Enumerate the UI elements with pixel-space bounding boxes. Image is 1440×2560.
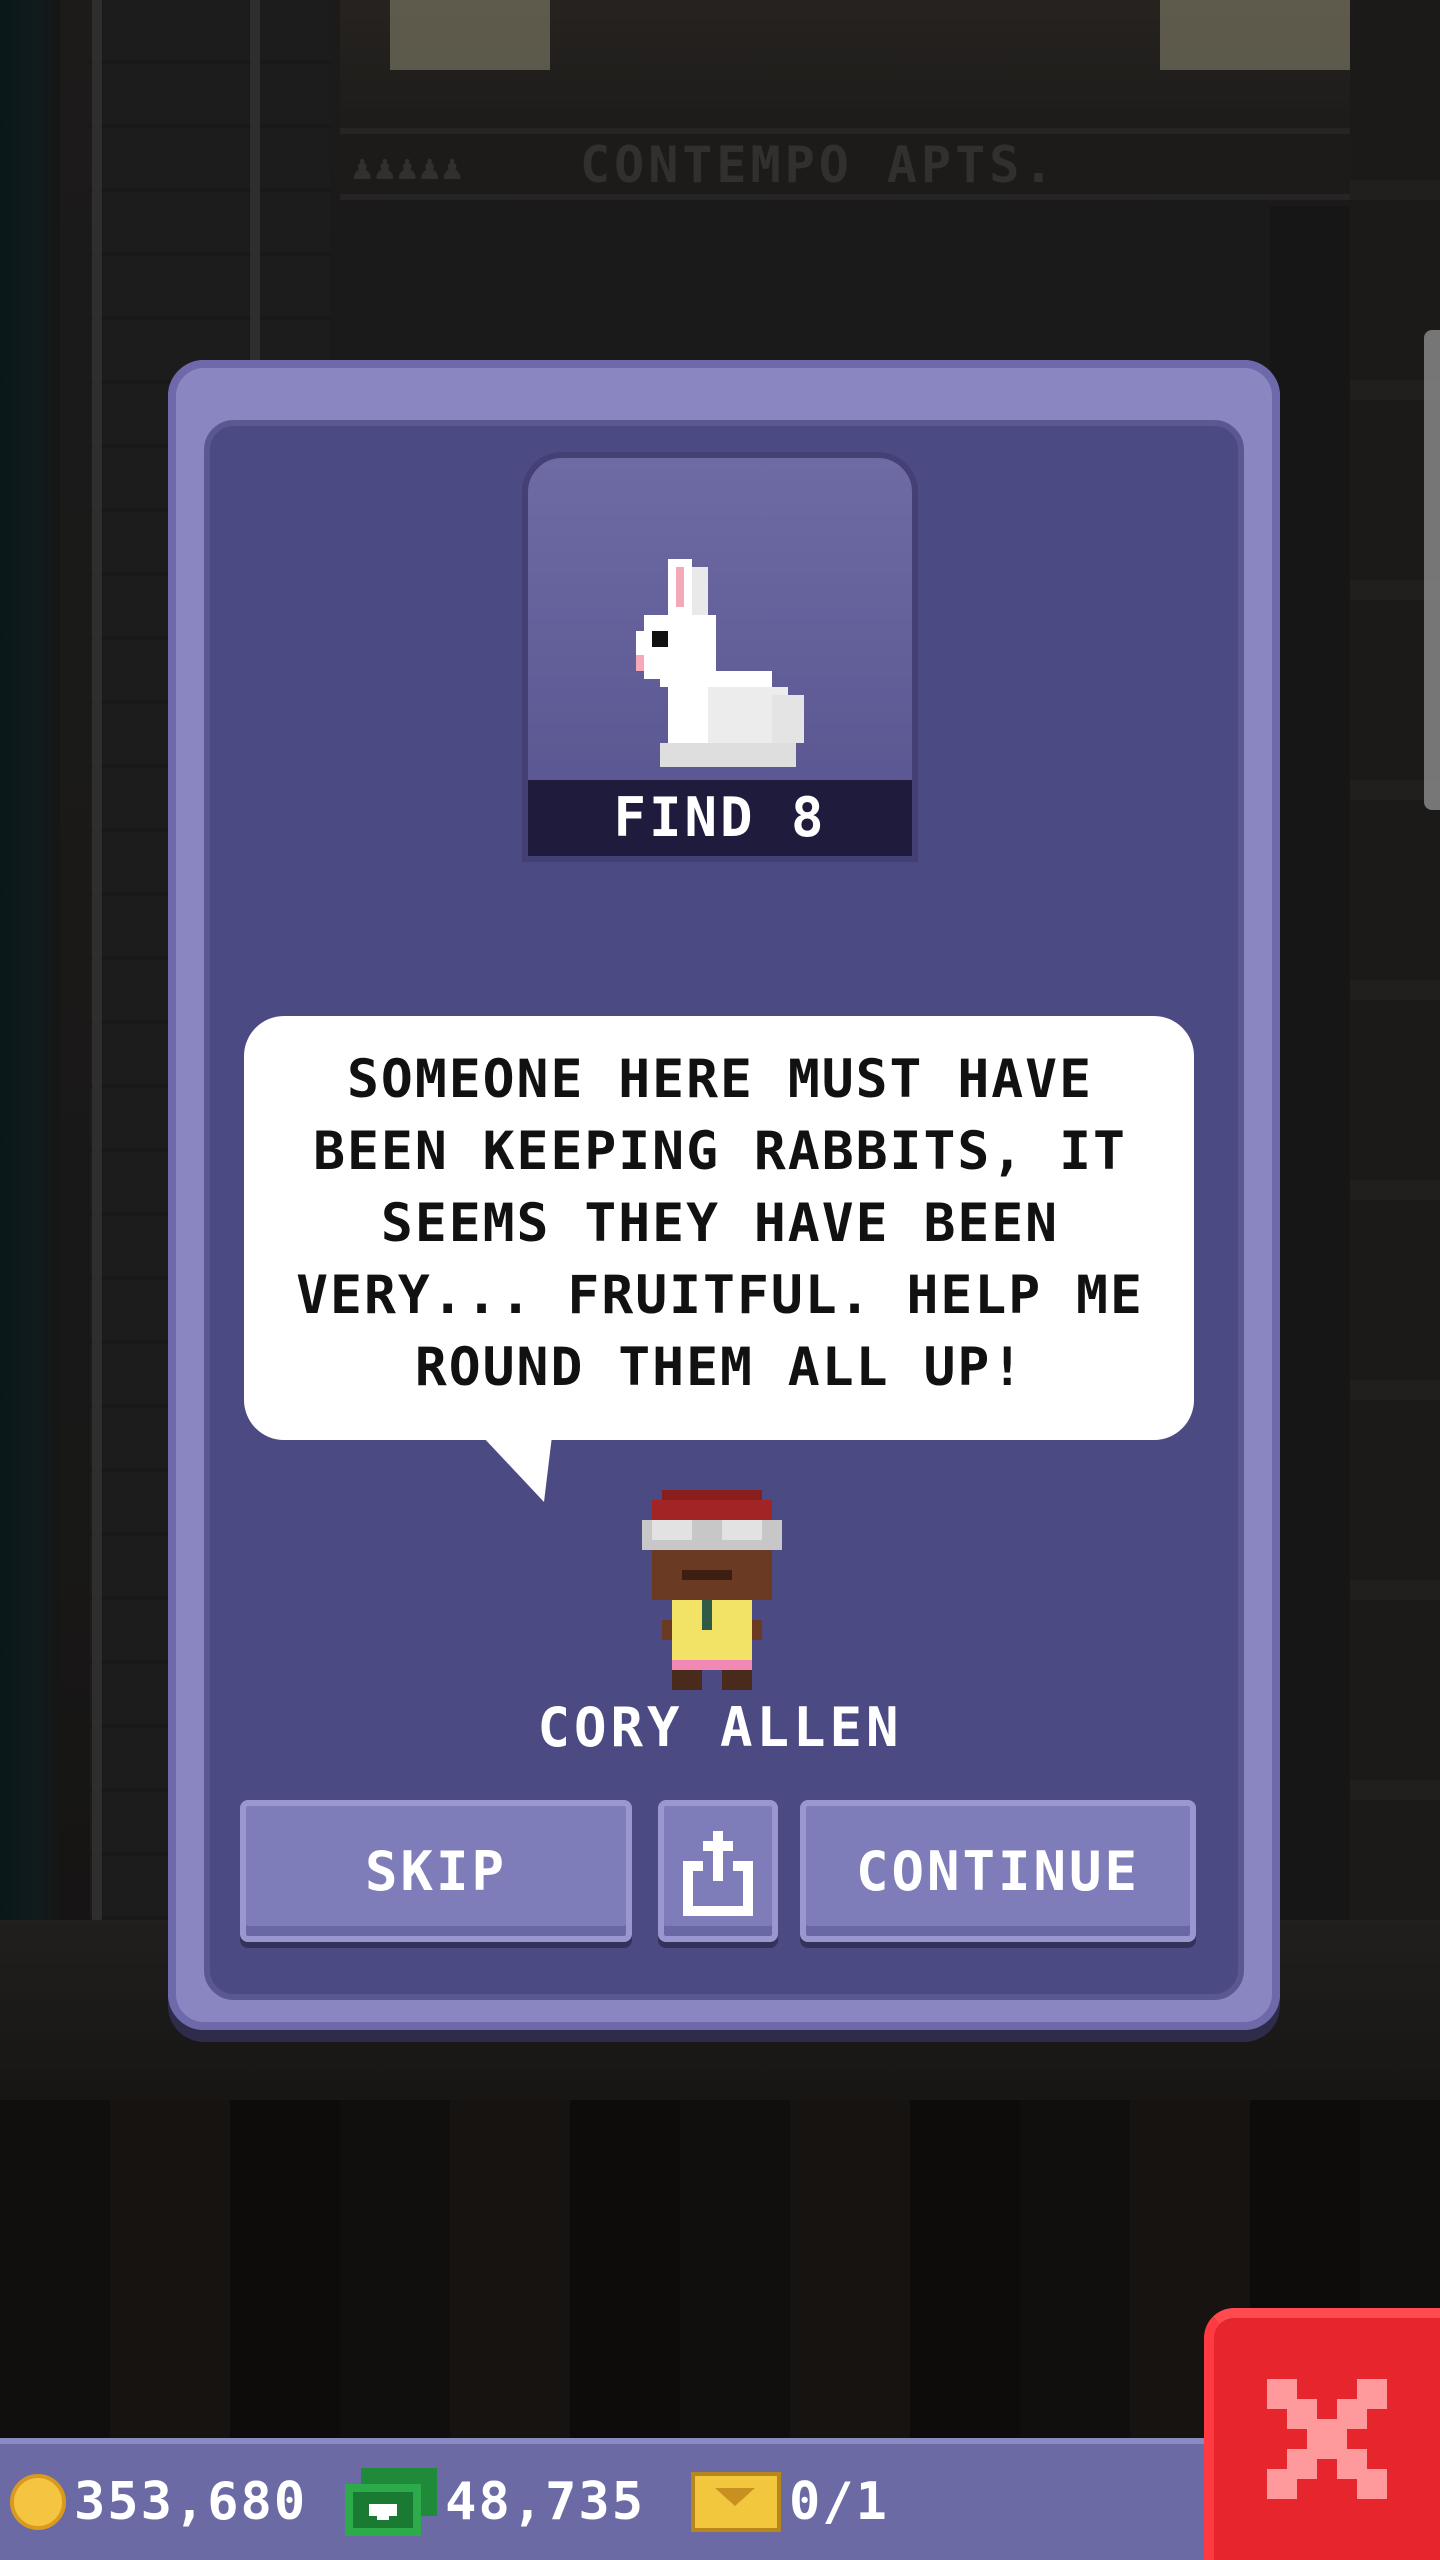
coins-value: 353,680 bbox=[74, 2472, 308, 2532]
coin-icon bbox=[10, 2474, 66, 2530]
tickets-group: 0/1 bbox=[655, 2472, 889, 2532]
coins-group: 353,680 bbox=[10, 2472, 307, 2532]
share-button[interactable] bbox=[658, 1800, 778, 1942]
task-label: FIND 8 bbox=[528, 780, 912, 856]
resource-bar: 353,680 48,735 0/1 bbox=[0, 2438, 1208, 2560]
character-avatar bbox=[642, 1490, 782, 1690]
character-name: CORY ALLEN bbox=[537, 1696, 903, 1759]
bux-value: 48,735 bbox=[445, 2472, 645, 2532]
close-icon bbox=[1267, 2379, 1387, 2499]
mission-message: SOMEONE HERE MUST HAVE BEEN KEEPING RABB… bbox=[296, 1049, 1144, 1398]
tickets-value: 0/1 bbox=[789, 2472, 889, 2532]
continue-label: CONTINUE bbox=[855, 1839, 1141, 1903]
bux-group: 48,735 bbox=[317, 2468, 645, 2536]
ticket-icon bbox=[691, 2472, 781, 2532]
bux-icon bbox=[345, 2468, 438, 2536]
skip-button[interactable]: SKIP bbox=[240, 1800, 632, 1942]
rabbit-icon bbox=[636, 559, 804, 767]
task-card: FIND 8 bbox=[522, 452, 918, 862]
speech-bubble-tail bbox=[482, 1436, 552, 1502]
share-icon bbox=[683, 1831, 753, 1916]
skip-label: SKIP bbox=[364, 1839, 508, 1903]
continue-button[interactable]: CONTINUE bbox=[800, 1800, 1196, 1942]
close-button[interactable] bbox=[1204, 2308, 1440, 2560]
